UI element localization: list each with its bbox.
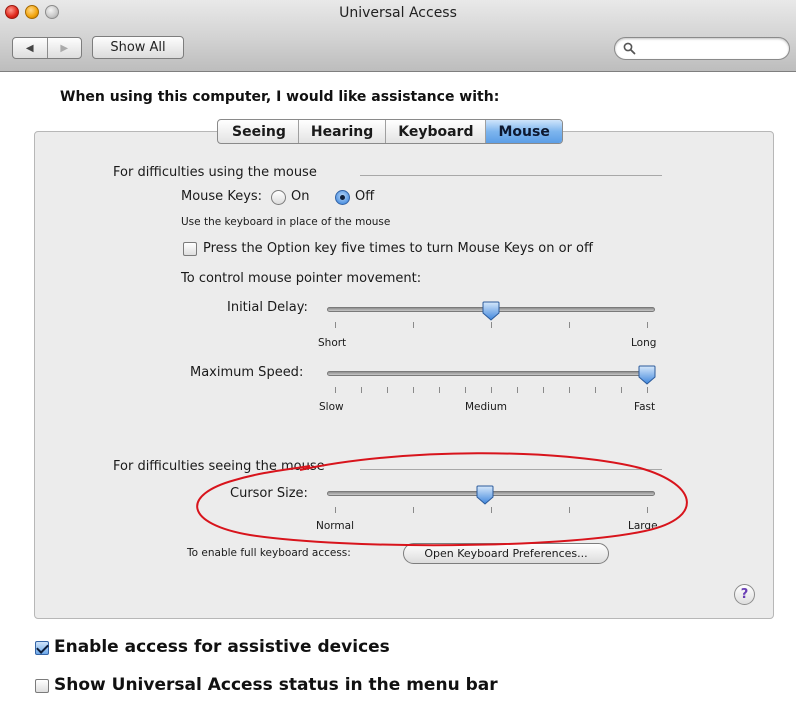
slider-tick (569, 387, 570, 393)
option-key-checkbox[interactable] (183, 242, 197, 256)
slider-tick (647, 322, 648, 328)
slider-tick (361, 387, 362, 393)
slider-tick (413, 322, 414, 328)
slider-tick (491, 387, 492, 393)
slider-tick (647, 507, 648, 513)
show-status-menu-bar-checkbox[interactable] (35, 679, 49, 693)
slider-tick (621, 387, 622, 393)
initial-delay-min-label: Short (318, 337, 347, 349)
slider-tick (647, 387, 648, 393)
tab-hearing[interactable]: Hearing (297, 120, 385, 143)
tab-keyboard[interactable]: Keyboard (385, 120, 485, 143)
history-navigation: ◀ ▶ (12, 37, 82, 59)
cursor-size-label: Cursor Size: (230, 486, 308, 501)
show-all-button[interactable]: Show All (92, 36, 184, 59)
back-arrow-icon: ◀ (25, 42, 34, 54)
section-divider (360, 175, 662, 176)
window-title: Universal Access (339, 5, 457, 21)
slider-tick (439, 387, 440, 393)
slider-tick (491, 322, 492, 328)
option-key-label: Press the Option key five times to turn … (203, 241, 593, 256)
initial-delay-max-label: Long (631, 337, 657, 349)
seeing-section-title: For difficulties seeing the mouse (113, 459, 325, 474)
section-divider (360, 469, 662, 470)
maximum-speed-mid-label: Medium (465, 401, 507, 413)
initial-delay-label: Initial Delay: (227, 300, 308, 315)
mouse-keys-off-radio[interactable] (335, 190, 350, 205)
category-tabs: Seeing Hearing Keyboard Mouse (217, 119, 563, 144)
search-field[interactable] (614, 37, 790, 60)
mouse-section-title: For difficulties using the mouse (113, 165, 317, 180)
initial-delay-slider-thumb[interactable] (482, 301, 500, 321)
slider-tick (335, 387, 336, 393)
cursor-size-max-label: Large (628, 520, 658, 532)
tab-seeing[interactable]: Seeing (218, 120, 298, 143)
assistance-prompt: When using this computer, I would like a… (60, 89, 500, 105)
slider-tick (387, 387, 388, 393)
window-toolbar: Universal Access ◀ ▶ Show All (0, 0, 796, 72)
show-status-menu-bar-label: Show Universal Access status in the menu… (54, 675, 498, 695)
maximum-speed-min-label: Slow (319, 401, 344, 413)
maximum-speed-slider-thumb[interactable] (638, 365, 656, 385)
keyboard-access-label: To enable full keyboard access: (187, 547, 351, 559)
back-button[interactable]: ◀ (13, 38, 47, 58)
open-keyboard-preferences-button[interactable]: Open Keyboard Preferences... (403, 543, 609, 564)
help-button[interactable]: ? (734, 584, 755, 605)
forward-button[interactable]: ▶ (46, 38, 82, 58)
enable-assistive-devices-label: Enable access for assistive devices (54, 637, 390, 657)
slider-tick (517, 387, 518, 393)
slider-tick (491, 507, 492, 513)
maximum-speed-slider-track[interactable] (327, 371, 655, 376)
slider-tick (413, 387, 414, 393)
cursor-size-min-label: Normal (316, 520, 354, 532)
tab-mouse[interactable]: Mouse (485, 120, 562, 143)
slider-tick (595, 387, 596, 393)
slider-tick (465, 387, 466, 393)
help-icon: ? (740, 587, 749, 602)
maximum-speed-label: Maximum Speed: (190, 365, 304, 380)
maximum-speed-max-label: Fast (634, 401, 656, 413)
cursor-size-slider-thumb[interactable] (476, 485, 494, 505)
search-icon (623, 42, 636, 55)
slider-tick (413, 507, 414, 513)
slider-tick (569, 322, 570, 328)
slider-tick (335, 507, 336, 513)
mouse-keys-off-label: Off (355, 189, 375, 204)
mouse-keys-hint: Use the keyboard in place of the mouse (181, 216, 391, 228)
mouse-keys-on-radio[interactable] (271, 190, 286, 205)
slider-tick (335, 322, 336, 328)
mouse-keys-label: Mouse Keys: (181, 189, 263, 204)
enable-assistive-devices-checkbox[interactable] (35, 641, 49, 655)
movement-label: To control mouse pointer movement: (181, 271, 422, 286)
slider-tick (543, 387, 544, 393)
slider-tick (569, 507, 570, 513)
forward-arrow-icon: ▶ (60, 42, 69, 54)
mouse-keys-on-label: On (291, 189, 310, 204)
